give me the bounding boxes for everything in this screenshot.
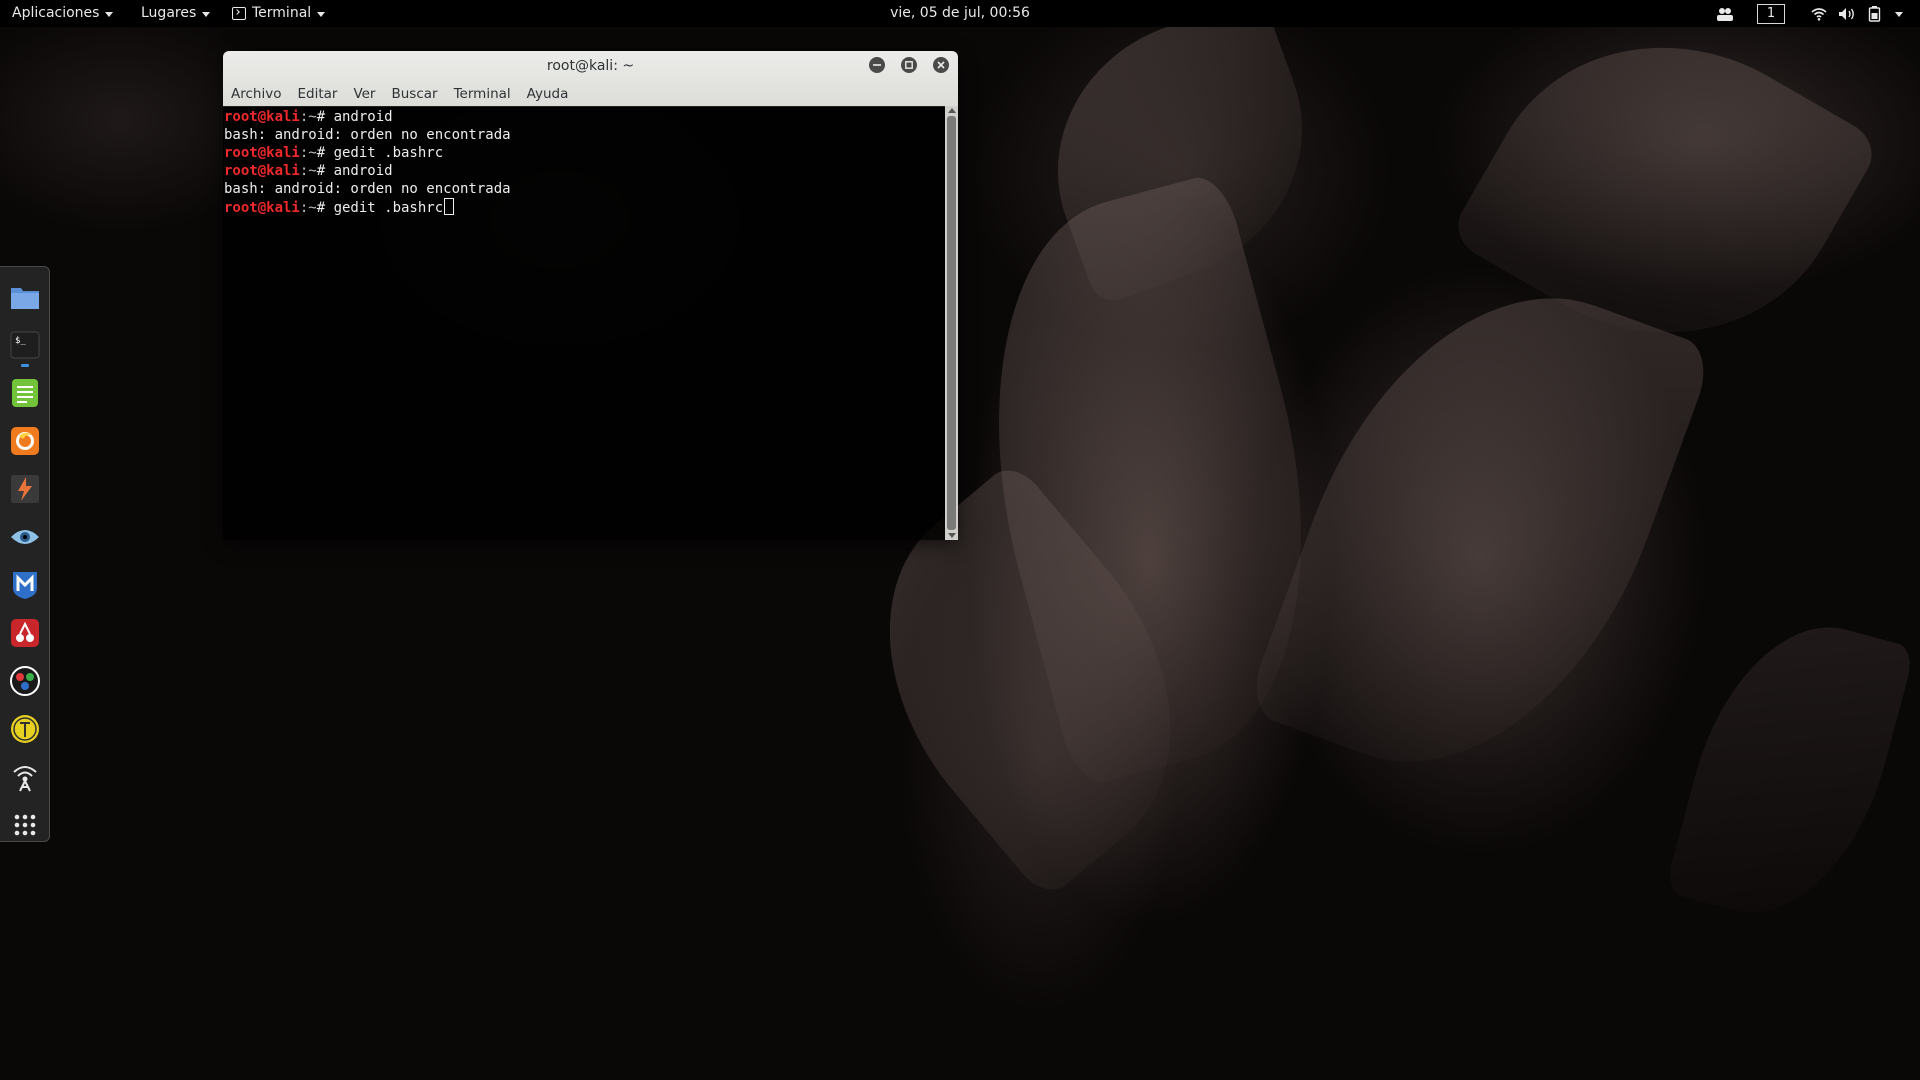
menu-archivo[interactable]: Archivo [231, 86, 281, 102]
sqlmap-icon[interactable] [9, 713, 41, 745]
scroll-up-icon[interactable] [948, 108, 956, 113]
places-menu[interactable]: Lugares [141, 0, 211, 27]
app-grid-icon[interactable] [9, 809, 41, 841]
menu-ayuda[interactable]: Ayuda [527, 86, 569, 102]
wallpaper-leaf [1664, 601, 1916, 939]
running-indicator [21, 364, 29, 367]
close-icon [937, 61, 945, 69]
terminal-output-line: bash: android: orden no encontrada [224, 126, 945, 144]
maximize-button[interactable] [901, 57, 917, 73]
terminal-output[interactable]: root@kali:~# android bash: android: orden… [223, 106, 945, 540]
terminal-scrollbar[interactable] [945, 106, 958, 540]
command-text: gedit .bashrc [333, 200, 444, 216]
wifi-tool-icon[interactable] [9, 761, 41, 793]
chevron-down-icon [1895, 11, 1903, 17]
eye-icon[interactable] [9, 521, 41, 553]
wifi-icon[interactable] [1811, 0, 1827, 27]
prompt-symbol: # [316, 163, 334, 179]
workspace-indicator[interactable]: 1 [1757, 0, 1785, 27]
scroll-down-icon[interactable] [948, 533, 956, 538]
menu-editar[interactable]: Editar [297, 86, 337, 102]
people-icon[interactable] [1716, 0, 1734, 27]
minimize-button[interactable] [869, 57, 885, 73]
maximize-icon [905, 61, 913, 69]
prompt-user: root@kali [224, 145, 300, 161]
volume-icon[interactable] [1838, 0, 1856, 27]
active-app-menu[interactable]: Terminal [232, 0, 326, 27]
prompt-user: root@kali [224, 109, 300, 125]
cherrytree-icon[interactable] [9, 617, 41, 649]
terminal-icon [232, 7, 246, 20]
minimize-icon [873, 64, 881, 66]
battery-icon[interactable] [1868, 0, 1882, 27]
active-app-label: Terminal [252, 5, 312, 21]
prompt-symbol: # [316, 200, 334, 216]
prompt-path: :~ [299, 163, 317, 179]
terminal-icon[interactable]: $_ [9, 329, 41, 361]
top-panel: Aplicaciones Lugares Terminal vie, 05 de… [0, 0, 1920, 27]
terminal-command-line: root@kali:~# android [224, 108, 945, 126]
command-text: android [333, 109, 393, 125]
chevron-down-icon [105, 11, 114, 17]
workspace-number: 1 [1757, 3, 1785, 24]
terminal-menubar: Archivo Editar Ver Buscar Terminal Ayuda [231, 86, 584, 102]
terminal-command-line: root@kali:~# gedit .bashrc [224, 144, 945, 162]
prompt-path: :~ [299, 200, 317, 216]
menu-ver[interactable]: Ver [353, 86, 375, 102]
command-text: android [333, 163, 393, 179]
prompt-user: root@kali [224, 163, 300, 179]
window-title: root@kali: ~ [546, 58, 635, 74]
menu-buscar[interactable]: Buscar [391, 86, 437, 102]
menu-terminal[interactable]: Terminal [454, 86, 511, 102]
firefox-icon[interactable] [9, 425, 41, 457]
prompt-symbol: # [316, 145, 334, 161]
terminal-command-line: root@kali:~# gedit .bashrc [224, 198, 945, 217]
terminal-output-line: bash: android: orden no encontrada [224, 180, 945, 198]
system-menu[interactable] [1895, 0, 1903, 27]
clock[interactable]: vie, 05 de jul, 00:56 [890, 5, 1030, 21]
prompt-path: :~ [299, 145, 317, 161]
prompt-path: :~ [299, 109, 317, 125]
chevron-down-icon [317, 11, 326, 17]
maltego-icon[interactable] [9, 665, 41, 697]
applications-menu-label: Aplicaciones [12, 5, 100, 21]
metasploit-icon[interactable] [9, 569, 41, 601]
close-button[interactable] [933, 57, 949, 73]
text-editor-icon[interactable] [9, 377, 41, 409]
terminal-window[interactable]: root@kali: ~ Archivo Editar Ver Buscar T… [223, 51, 958, 540]
places-menu-label: Lugares [141, 5, 197, 21]
scrollbar-thumb[interactable] [947, 116, 956, 530]
terminal-command-line: root@kali:~# android [224, 162, 945, 180]
command-text: gedit .bashrc [333, 145, 444, 161]
applications-menu[interactable]: Aplicaciones [12, 0, 114, 27]
chevron-down-icon [202, 11, 211, 17]
dash-dock: $_ [0, 266, 50, 842]
terminal-headerbar[interactable]: root@kali: ~ Archivo Editar Ver Buscar T… [223, 51, 958, 107]
text-cursor [444, 198, 455, 215]
output-text: bash: android: orden no encontrada [224, 181, 511, 197]
files-icon[interactable] [9, 281, 41, 313]
prompt-user: root@kali [224, 200, 300, 216]
prompt-symbol: # [316, 109, 334, 125]
output-text: bash: android: orden no encontrada [224, 127, 511, 143]
svg-text:$_: $_ [15, 336, 26, 346]
burpsuite-icon[interactable] [9, 473, 41, 505]
